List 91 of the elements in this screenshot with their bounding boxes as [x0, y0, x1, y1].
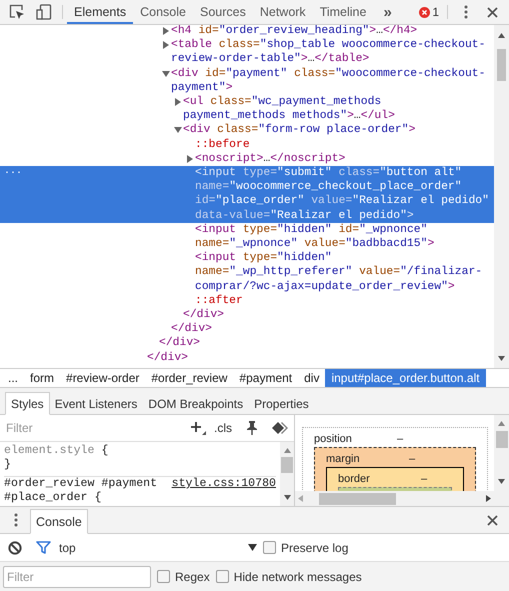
dom-node[interactable]: <table class="shop_table woocommerce-checkout-review-order-table">…</table> — [171, 38, 494, 67]
dom-leaf-node[interactable]: <input type="hidden" id="_wpnonce" name="_wpnonce" value="badbbacd15"> — [195, 222, 494, 252]
inspect-icon[interactable] — [9, 4, 25, 20]
style-rule-selector: #order_review #payment — [4, 477, 158, 491]
gutter-menu-marker[interactable]: ... — [4, 166, 22, 178]
breadcrumb[interactable]: #order_review — [145, 369, 234, 387]
breadcrumb[interactable]: div — [298, 369, 326, 387]
style-rule-selector: element.style { — [4, 444, 110, 458]
menu-button[interactable] — [464, 5, 468, 19]
sidebar-tab[interactable]: Styles — [5, 392, 50, 415]
diamond-icon[interactable] — [272, 422, 288, 434]
more-vertical-icon — [14, 513, 18, 527]
scroll-right-icon — [486, 495, 491, 502]
filter-funnel-icon[interactable] — [36, 541, 51, 554]
dom-leaf-node[interactable]: ::before — [195, 138, 494, 152]
checkbox-label: Regex — [175, 570, 210, 584]
breadcrumb[interactable]: #review-order — [60, 369, 146, 387]
dom-node[interactable]: <ul class="wc_payment_methods payment_methods methods">…</ul> — [183, 95, 494, 124]
closing-tag[interactable]: </div> — [159, 336, 494, 351]
scroll-down-icon — [498, 356, 505, 361]
breadcrumb[interactable]: input#place_order.button.alt — [325, 369, 486, 387]
more-tabs-button[interactable]: » — [377, 0, 398, 24]
expand-triangle-icon[interactable] — [186, 154, 194, 163]
dom-node[interactable]: <div class="form-row place-order"> — [183, 123, 494, 138]
scroll-thumb[interactable] — [497, 49, 506, 81]
panel-tab[interactable]: Sources — [192, 0, 253, 24]
dom-node[interactable]: <div id="payment" class="woocommerce-checkout-payment"> — [171, 66, 494, 96]
checkbox-label: Hide network messages — [234, 570, 362, 584]
scroll-left-icon — [298, 495, 303, 502]
closing-tag[interactable]: </div> — [171, 322, 494, 336]
checkbox[interactable] — [263, 541, 276, 554]
close-icon — [487, 6, 498, 18]
drawer-menu-button[interactable] — [14, 513, 18, 527]
class-toggle-button[interactable]: .cls — [214, 421, 232, 435]
more-vertical-icon — [464, 5, 468, 19]
scroll-up-icon — [498, 33, 505, 38]
scroll-thumb[interactable] — [319, 492, 396, 504]
dom-node[interactable]: <noscript>…</noscript> — [195, 152, 494, 166]
style-rule-brace: } — [4, 458, 12, 472]
dom-leaf-node[interactable]: <input type="hidden" name="_wp_http_referer" value="/finalizar-comprar/?wc-ajax=update_order_review"> — [195, 251, 494, 294]
checkbox-label: Preserve log — [281, 540, 348, 554]
checkbox[interactable] — [157, 570, 170, 583]
breadcrumb[interactable]: form — [24, 369, 60, 387]
expand-triangle-icon[interactable] — [162, 27, 170, 35]
panel-tab[interactable]: Elements — [67, 0, 134, 24]
error-count-button[interactable]: 1 — [415, 0, 443, 24]
error-icon — [419, 6, 430, 18]
styles-filter-field[interactable]: Filter — [4, 420, 182, 436]
device-icon[interactable] — [36, 4, 52, 20]
box-model-label: margin — [326, 452, 361, 464]
expand-triangle-icon[interactable] — [162, 41, 170, 50]
dom-node[interactable]: <h4 id="order_review_heading">…</h4> — [171, 25, 494, 38]
breadcrumb[interactable]: #payment — [233, 369, 298, 387]
clear-console-icon[interactable] — [8, 540, 22, 554]
pin-icon[interactable] — [246, 421, 258, 435]
dom-leaf-node[interactable]: ::after — [195, 294, 494, 308]
context-selector[interactable]: top — [59, 540, 257, 554]
box-model-label: position — [314, 432, 353, 444]
sidebar-tab[interactable]: Event Listeners — [48, 392, 144, 415]
scroll-up-icon — [284, 448, 290, 453]
console-filter-field[interactable]: Filter — [3, 566, 151, 588]
expand-triangle-icon[interactable] — [174, 126, 182, 134]
sidebar-tab[interactable]: DOM Breakpoints — [142, 392, 250, 415]
close-icon — [487, 514, 498, 526]
drawer-tab[interactable]: Console — [30, 509, 88, 534]
scroll-down-icon — [498, 479, 505, 484]
box-model-label: border — [338, 472, 371, 484]
checkbox[interactable] — [216, 570, 229, 583]
sidebar-tab[interactable]: Properties — [248, 392, 315, 415]
scroll-thumb[interactable] — [281, 457, 293, 473]
closing-tag[interactable]: </div> — [183, 308, 494, 322]
scroll-up-icon — [498, 421, 505, 426]
box-model-value: – — [421, 472, 428, 484]
panel-tab[interactable]: Console — [133, 0, 193, 24]
scroll-down-icon — [284, 495, 290, 500]
box-model-value: – — [397, 432, 404, 444]
breadcrumb[interactable]: ... — [2, 369, 24, 387]
plus-icon[interactable] — [190, 421, 206, 435]
closing-tag[interactable]: </div> — [147, 350, 494, 365]
scroll-thumb[interactable] — [496, 431, 508, 448]
close-drawer-button[interactable] — [487, 514, 498, 526]
dropdown-caret-icon — [248, 544, 257, 551]
expand-triangle-icon[interactable] — [174, 98, 182, 106]
expand-triangle-icon[interactable] — [162, 70, 170, 78]
panel-tab[interactable]: Timeline — [312, 0, 374, 24]
close-button[interactable] — [487, 6, 498, 18]
style-rule-selector: #place_order { — [4, 491, 102, 505]
source-link[interactable]: style.css:10780 — [172, 477, 276, 491]
dom-leaf-node[interactable]: <input type="submit" class="button alt" name="woocommerce_checkout_place_order" id="place_order" value="Realizar el pedido" data-value="Realizar el pedido"> — [195, 166, 494, 223]
panel-tab[interactable]: Network — [252, 0, 313, 24]
box-model-value: – — [409, 452, 416, 464]
